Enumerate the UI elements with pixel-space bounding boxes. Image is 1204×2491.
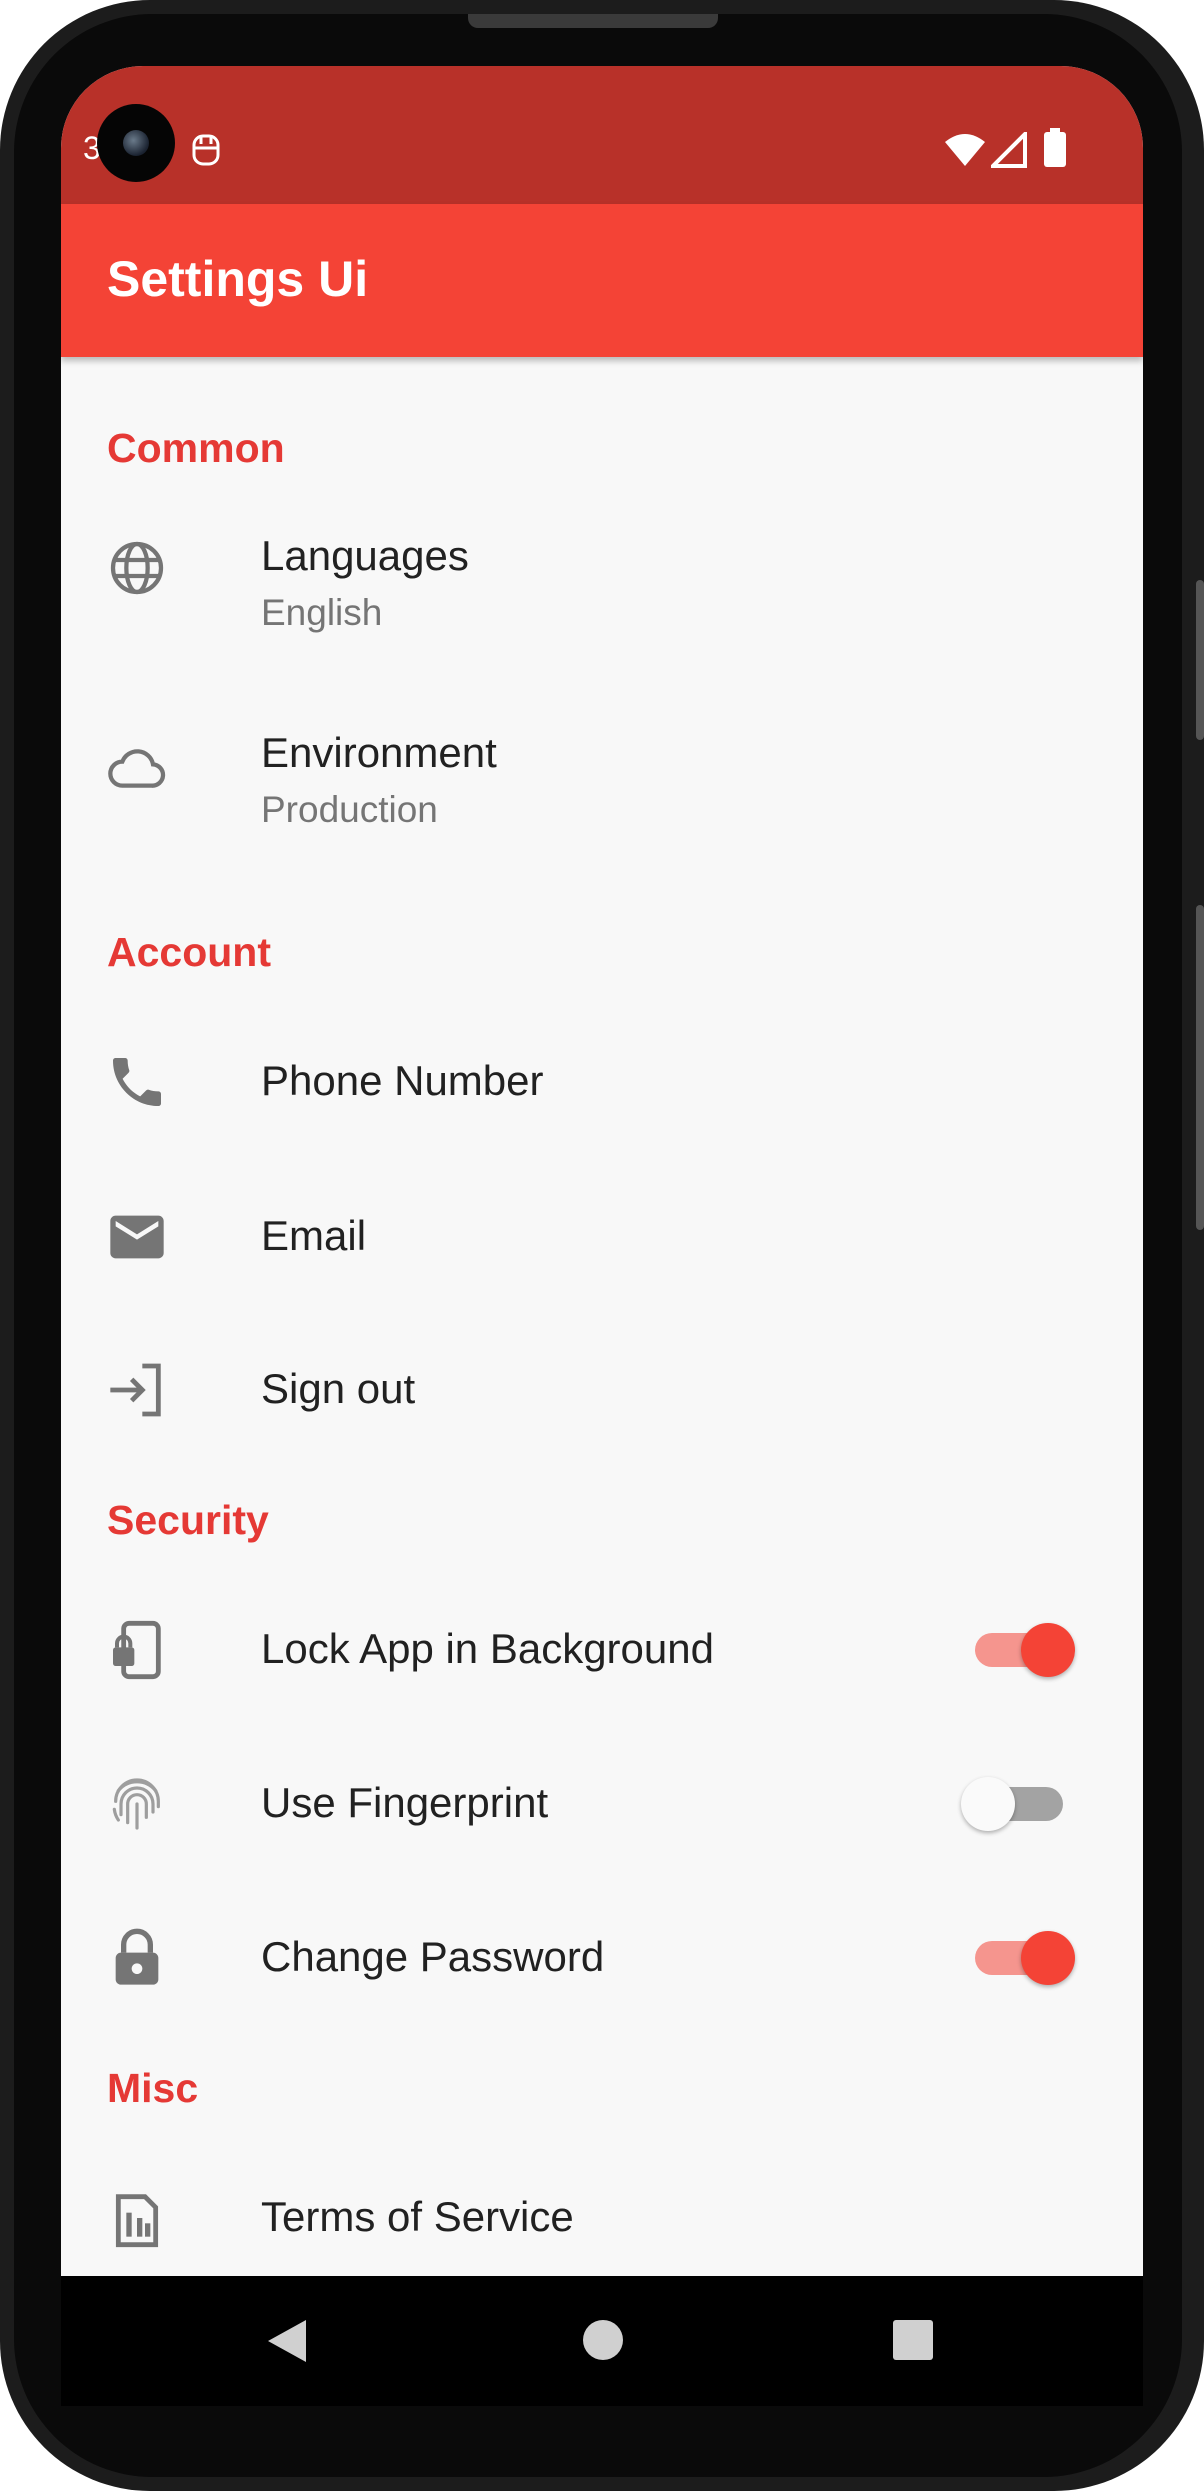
settings-tile-phone-number[interactable]: Phone Number bbox=[61, 1007, 1143, 1157]
settings-tile-sign-out[interactable]: Sign out bbox=[61, 1315, 1143, 1465]
app-title: Settings Ui bbox=[107, 251, 369, 307]
wifi-icon bbox=[945, 134, 985, 166]
tile-subtitle-languages: English bbox=[261, 592, 383, 633]
back-icon[interactable] bbox=[266, 2318, 308, 2364]
settings-tile-fingerprint[interactable]: Use Fingerprint bbox=[61, 1729, 1143, 1879]
settings-tile-email[interactable]: Email bbox=[61, 1162, 1143, 1312]
cloud-icon bbox=[108, 749, 166, 788]
front-camera bbox=[97, 104, 175, 182]
notification-icon bbox=[192, 134, 220, 166]
status-bar: 3 bbox=[61, 66, 1143, 204]
tile-title-fingerprint: Use Fingerprint bbox=[261, 1779, 549, 1826]
section-header-account: Account bbox=[107, 929, 271, 975]
fingerprint-icon bbox=[112, 1778, 160, 1830]
app-bar: Settings Ui bbox=[61, 204, 1143, 357]
lock-app-switch[interactable] bbox=[969, 1615, 1079, 1685]
tile-title-email: Email bbox=[261, 1212, 367, 1259]
sign-out-icon bbox=[110, 1363, 161, 1417]
tile-title-terms: Terms of Service bbox=[261, 2193, 574, 2240]
phone-lock-icon bbox=[113, 1620, 161, 1680]
tile-title-sign-out: Sign out bbox=[261, 1365, 416, 1412]
recents-icon[interactable] bbox=[892, 2319, 934, 2361]
fingerprint-switch[interactable] bbox=[961, 1769, 1071, 1839]
phone-icon bbox=[113, 1058, 161, 1106]
settings-tile-environment[interactable]: Environment Production bbox=[61, 689, 1143, 875]
navigation-bar bbox=[61, 2276, 1143, 2406]
home-icon[interactable] bbox=[582, 2319, 624, 2361]
battery-icon bbox=[1044, 128, 1066, 167]
tile-title-change-password: Change Password bbox=[261, 1933, 605, 1980]
lock-icon bbox=[115, 1928, 159, 1985]
tile-title-environment: Environment bbox=[261, 729, 497, 776]
tile-subtitle-environment: Production bbox=[261, 789, 438, 830]
settings-tile-languages[interactable]: Languages English bbox=[61, 492, 1143, 678]
switch-thumb bbox=[1021, 1931, 1075, 1985]
switch-thumb bbox=[961, 1777, 1015, 1831]
settings-tile-lock-app[interactable]: Lock App in Background bbox=[61, 1575, 1143, 1725]
screen: 3 Settings Ui Common Languages English E… bbox=[61, 66, 1143, 2276]
tile-title-phone-number: Phone Number bbox=[261, 1057, 544, 1104]
tile-title-lock-app: Lock App in Background bbox=[261, 1625, 714, 1672]
cell-signal-icon bbox=[991, 132, 1027, 168]
settings-tile-terms[interactable]: Terms of Service bbox=[61, 2143, 1143, 2276]
section-header-common: Common bbox=[107, 425, 285, 471]
volume-button bbox=[1196, 580, 1204, 740]
switch-thumb bbox=[1021, 1623, 1075, 1677]
tile-title-languages: Languages bbox=[261, 532, 469, 579]
globe-icon bbox=[110, 541, 164, 595]
change-password-switch[interactable] bbox=[969, 1923, 1079, 1993]
section-header-security: Security bbox=[107, 1497, 269, 1543]
power-button bbox=[1196, 905, 1204, 1230]
section-header-misc: Misc bbox=[107, 2065, 199, 2111]
settings-tile-change-password[interactable]: Change Password bbox=[61, 1883, 1143, 2033]
mail-icon bbox=[110, 1215, 164, 1259]
document-icon bbox=[115, 2194, 159, 2248]
phone-frame: 3 Settings Ui Common Languages English E… bbox=[0, 0, 1204, 2491]
earpiece-speaker bbox=[468, 14, 718, 28]
